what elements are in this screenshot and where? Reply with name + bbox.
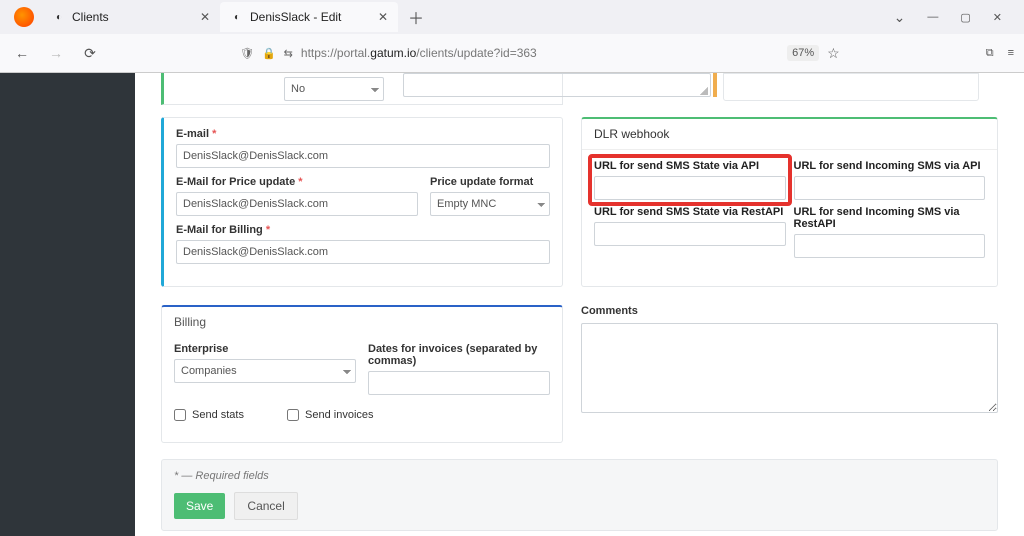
required-note: * — Required fields <box>174 470 985 482</box>
billing-card: Billing Enterprise Companies Dates for i… <box>161 305 563 443</box>
page: No E-mail * E-Mail for Price update * <box>0 73 1024 536</box>
url-sms-state-api-field[interactable] <box>594 176 786 200</box>
comments-label: Comments <box>581 305 998 317</box>
email-field[interactable] <box>176 144 550 168</box>
pocket-icon[interactable]: ⧉ <box>986 47 994 60</box>
content-area: No E-mail * E-Mail for Price update * <box>135 73 1024 536</box>
enterprise-label: Enterprise <box>174 343 356 355</box>
lock-icon: 🔒 <box>262 47 276 60</box>
dlr-title: DLR webhook <box>582 119 997 150</box>
favicon-icon: ◐ <box>52 10 66 24</box>
dlr-webhook-card: DLR webhook URL for send SMS State via A… <box>581 117 998 287</box>
back-button[interactable]: ← <box>10 41 34 65</box>
shield-icon: 🛡 <box>240 47 254 60</box>
enterprise-select[interactable]: Companies <box>174 359 356 383</box>
email-label: E-mail * <box>176 128 550 140</box>
minimize-icon[interactable]: ― <box>927 11 938 23</box>
new-tab-button[interactable]: ＋ <box>398 5 434 29</box>
email-card: E-mail * E-Mail for Price update * Price… <box>161 117 563 287</box>
zoom-badge[interactable]: 67% <box>787 45 819 61</box>
close-icon[interactable]: ✕ <box>378 10 388 24</box>
highlighted-field: URL for send SMS State via API <box>590 156 790 204</box>
close-icon[interactable]: ✕ <box>200 10 210 24</box>
price-email-field[interactable] <box>176 192 418 216</box>
send-invoices-checkbox[interactable]: Send invoices <box>287 409 374 421</box>
dlr-f4-label: URL for send Incoming SMS via RestAPI <box>794 206 986 230</box>
comments-block: Comments <box>581 305 998 443</box>
permissions-icon: ⇆ <box>284 47 293 60</box>
dlr-f2-label: URL for send Incoming SMS via API <box>794 160 986 172</box>
menu-icon[interactable]: ≡ <box>1008 47 1014 59</box>
cancel-button[interactable]: Cancel <box>234 492 297 520</box>
tab-clients[interactable]: ◐ Clients ✕ <box>42 2 220 32</box>
address-bar: ← → ⟳ 🛡 🔒 ⇆ https://portal.gatum.io/clie… <box>0 34 1024 72</box>
tab-label: Clients <box>72 10 109 24</box>
tab-label: DenisSlack - Edit <box>250 10 341 24</box>
forward-button[interactable]: → <box>44 41 68 65</box>
firefox-icon <box>14 7 34 27</box>
dlr-f3-label: URL for send SMS State via RestAPI <box>594 206 786 218</box>
invoice-dates-field[interactable] <box>368 371 550 395</box>
billing-email-label: E-Mail for Billing * <box>176 224 550 236</box>
tab-edit[interactable]: ◐ DenisSlack - Edit ✕ <box>220 2 398 32</box>
browser-chrome: ◐ Clients ✕ ◐ DenisSlack - Edit ✕ ＋ ⌄ ― … <box>0 0 1024 73</box>
price-format-select[interactable]: Empty MNC <box>430 192 550 216</box>
left-sidebar <box>0 73 135 536</box>
comments-textarea[interactable] <box>581 323 998 413</box>
maximize-icon[interactable]: ▢ <box>960 11 970 24</box>
price-email-label: E-Mail for Price update * <box>176 176 418 188</box>
send-stats-checkbox[interactable]: Send stats <box>174 409 244 421</box>
no-select[interactable]: No <box>284 77 384 101</box>
chevron-down-icon[interactable]: ⌄ <box>894 9 906 26</box>
tab-bar: ◐ Clients ✕ ◐ DenisSlack - Edit ✕ ＋ ⌄ ― … <box>0 0 1024 34</box>
billing-email-field[interactable] <box>176 240 550 264</box>
url-sms-state-restapi-field[interactable] <box>594 222 786 246</box>
resize-handle-icon[interactable] <box>700 87 708 95</box>
window-controls: ⌄ ― ▢ ✕ <box>894 9 1018 26</box>
close-window-icon[interactable]: ✕ <box>993 11 1002 24</box>
price-format-label: Price update format <box>430 176 550 188</box>
url-incoming-sms-api-field[interactable] <box>794 176 986 200</box>
url-incoming-sms-restapi-field[interactable] <box>794 234 986 258</box>
url-text: https://portal.gatum.io/clients/update?i… <box>301 46 779 60</box>
reload-button[interactable]: ⟳ <box>78 41 102 65</box>
save-button[interactable]: Save <box>174 493 225 519</box>
invoice-dates-label: Dates for invoices (separated by commas) <box>368 343 550 367</box>
favicon-icon: ◐ <box>230 10 244 24</box>
dlr-f1-label: URL for send SMS State via API <box>594 160 786 172</box>
billing-title: Billing <box>162 307 562 337</box>
accent-bar <box>713 73 717 97</box>
bookmark-icon[interactable]: ☆ <box>827 45 840 62</box>
right-fragment-box <box>723 73 979 101</box>
url-bar[interactable]: 🛡 🔒 ⇆ https://portal.gatum.io/clients/up… <box>232 39 848 67</box>
footer-actions: * — Required fields Save Cancel <box>161 459 998 531</box>
